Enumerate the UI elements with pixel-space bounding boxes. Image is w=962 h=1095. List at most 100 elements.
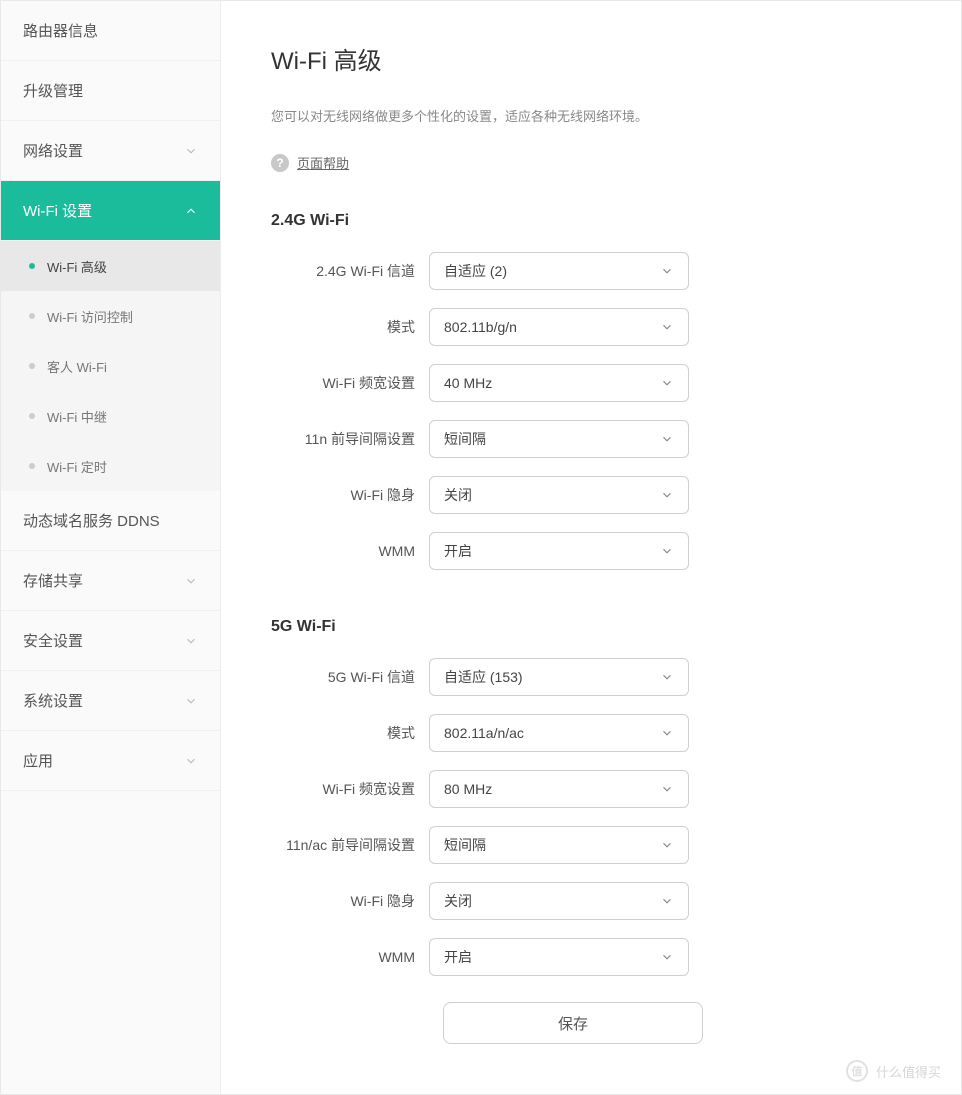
chevron-down-icon — [184, 144, 198, 158]
sub-label: Wi-Fi 中继 — [47, 407, 107, 426]
chevron-down-icon — [660, 950, 674, 964]
nav-label: 路由器信息 — [23, 20, 98, 41]
chevron-down-icon — [660, 264, 674, 278]
chevron-down-icon — [184, 634, 198, 648]
select-24g-mode[interactable]: 802.11b/g/n — [429, 308, 689, 346]
select-value: 自适应 (153) — [444, 667, 523, 687]
chevron-down-icon — [660, 376, 674, 390]
label-5g-hidden: Wi-Fi 隐身 — [271, 891, 429, 911]
row-24g-hidden: Wi-Fi 隐身 关闭 — [271, 476, 911, 514]
select-value: 开启 — [444, 947, 472, 967]
label-5g-wmm: WMM — [271, 949, 429, 965]
save-label: 保存 — [558, 1013, 588, 1034]
row-24g-channel: 2.4G Wi-Fi 信道 自适应 (2) — [271, 252, 911, 290]
page-description: 您可以对无线网络做更多个性化的设置，适应各种无线网络环境。 — [271, 106, 911, 125]
row-24g-mode: 模式 802.11b/g/n — [271, 308, 911, 346]
chevron-down-icon — [660, 838, 674, 852]
label-24g-wmm: WMM — [271, 543, 429, 559]
dot-icon — [29, 263, 35, 269]
sub-label: Wi-Fi 高级 — [47, 257, 107, 276]
select-value: 短间隔 — [444, 429, 486, 449]
select-value: 关闭 — [444, 485, 472, 505]
label-24g-bandwidth: Wi-Fi 频宽设置 — [271, 373, 429, 393]
row-24g-preamble: 11n 前导间隔设置 短间隔 — [271, 420, 911, 458]
chevron-down-icon — [184, 574, 198, 588]
sub-guest-wifi[interactable]: 客人 Wi-Fi — [1, 341, 220, 391]
app-container: 路由器信息 升级管理 网络设置 Wi-Fi 设置 Wi-Fi 高级 Wi-Fi … — [0, 0, 962, 1095]
chevron-down-icon — [184, 754, 198, 768]
nav-upgrade[interactable]: 升级管理 — [1, 61, 220, 121]
save-row: 保存 — [271, 1002, 911, 1044]
label-24g-mode: 模式 — [271, 317, 429, 337]
help-link[interactable]: 页面帮助 — [297, 153, 349, 172]
save-button[interactable]: 保存 — [443, 1002, 703, 1044]
dot-icon — [29, 463, 35, 469]
row-5g-preamble: 11n/ac 前导间隔设置 短间隔 — [271, 826, 911, 864]
sub-wifi-timer[interactable]: Wi-Fi 定时 — [1, 441, 220, 491]
chevron-down-icon — [660, 670, 674, 684]
select-5g-bandwidth[interactable]: 80 MHz — [429, 770, 689, 808]
select-value: 开启 — [444, 541, 472, 561]
select-5g-mode[interactable]: 802.11a/n/ac — [429, 714, 689, 752]
sub-wifi-repeater[interactable]: Wi-Fi 中继 — [1, 391, 220, 441]
select-5g-channel[interactable]: 自适应 (153) — [429, 658, 689, 696]
select-24g-channel[interactable]: 自适应 (2) — [429, 252, 689, 290]
section-title-5g: 5G Wi-Fi — [271, 618, 911, 636]
row-24g-wmm: WMM 开启 — [271, 532, 911, 570]
nav-security[interactable]: 安全设置 — [1, 611, 220, 671]
nav-router-info[interactable]: 路由器信息 — [1, 1, 220, 61]
help-row: ? 页面帮助 — [271, 153, 911, 172]
label-24g-preamble: 11n 前导间隔设置 — [271, 429, 429, 449]
nav-label: 存储共享 — [23, 570, 83, 591]
nav-storage-share[interactable]: 存储共享 — [1, 551, 220, 611]
nav-label: 系统设置 — [23, 690, 83, 711]
chevron-down-icon — [660, 894, 674, 908]
select-value: 短间隔 — [444, 835, 486, 855]
wifi-subitems: Wi-Fi 高级 Wi-Fi 访问控制 客人 Wi-Fi Wi-Fi 中继 Wi… — [1, 241, 220, 491]
dot-icon — [29, 313, 35, 319]
watermark: 值 什么值得买 — [846, 1060, 941, 1082]
sub-label: Wi-Fi 访问控制 — [47, 307, 133, 326]
row-5g-bandwidth: Wi-Fi 频宽设置 80 MHz — [271, 770, 911, 808]
nav-label: 动态域名服务 DDNS — [23, 510, 160, 531]
label-24g-channel: 2.4G Wi-Fi 信道 — [271, 261, 429, 281]
select-value: 802.11a/n/ac — [444, 725, 524, 741]
nav-label: 网络设置 — [23, 140, 83, 161]
sub-wifi-advanced[interactable]: Wi-Fi 高级 — [1, 241, 220, 291]
row-5g-hidden: Wi-Fi 隐身 关闭 — [271, 882, 911, 920]
nav-apps[interactable]: 应用 — [1, 731, 220, 791]
nav-label: 应用 — [23, 750, 53, 771]
watermark-text: 什么值得买 — [876, 1062, 941, 1081]
select-24g-preamble[interactable]: 短间隔 — [429, 420, 689, 458]
select-24g-hidden[interactable]: 关闭 — [429, 476, 689, 514]
select-value: 80 MHz — [444, 781, 492, 797]
sub-wifi-access-control[interactable]: Wi-Fi 访问控制 — [1, 291, 220, 341]
row-5g-channel: 5G Wi-Fi 信道 自适应 (153) — [271, 658, 911, 696]
chevron-down-icon — [184, 694, 198, 708]
chevron-down-icon — [660, 320, 674, 334]
watermark-icon: 值 — [846, 1060, 868, 1082]
row-5g-wmm: WMM 开启 — [271, 938, 911, 976]
select-5g-wmm[interactable]: 开启 — [429, 938, 689, 976]
nav-system[interactable]: 系统设置 — [1, 671, 220, 731]
select-value: 关闭 — [444, 891, 472, 911]
chevron-down-icon — [660, 782, 674, 796]
select-value: 802.11b/g/n — [444, 319, 517, 335]
page-title: Wi-Fi 高级 — [271, 41, 911, 76]
chevron-down-icon — [660, 726, 674, 740]
select-24g-wmm[interactable]: 开启 — [429, 532, 689, 570]
select-24g-bandwidth[interactable]: 40 MHz — [429, 364, 689, 402]
nav-wifi-settings[interactable]: Wi-Fi 设置 — [1, 181, 220, 241]
dot-icon — [29, 413, 35, 419]
section-title-24g: 2.4G Wi-Fi — [271, 212, 911, 230]
nav-network-settings[interactable]: 网络设置 — [1, 121, 220, 181]
nav-ddns[interactable]: 动态域名服务 DDNS — [1, 491, 220, 551]
main-content: Wi-Fi 高级 您可以对无线网络做更多个性化的设置，适应各种无线网络环境。 ?… — [221, 1, 961, 1094]
chevron-up-icon — [184, 204, 198, 218]
select-5g-hidden[interactable]: 关闭 — [429, 882, 689, 920]
select-5g-preamble[interactable]: 短间隔 — [429, 826, 689, 864]
select-value: 自适应 (2) — [444, 261, 507, 281]
row-5g-mode: 模式 802.11a/n/ac — [271, 714, 911, 752]
label-5g-channel: 5G Wi-Fi 信道 — [271, 667, 429, 687]
nav-label: 升级管理 — [23, 80, 83, 101]
